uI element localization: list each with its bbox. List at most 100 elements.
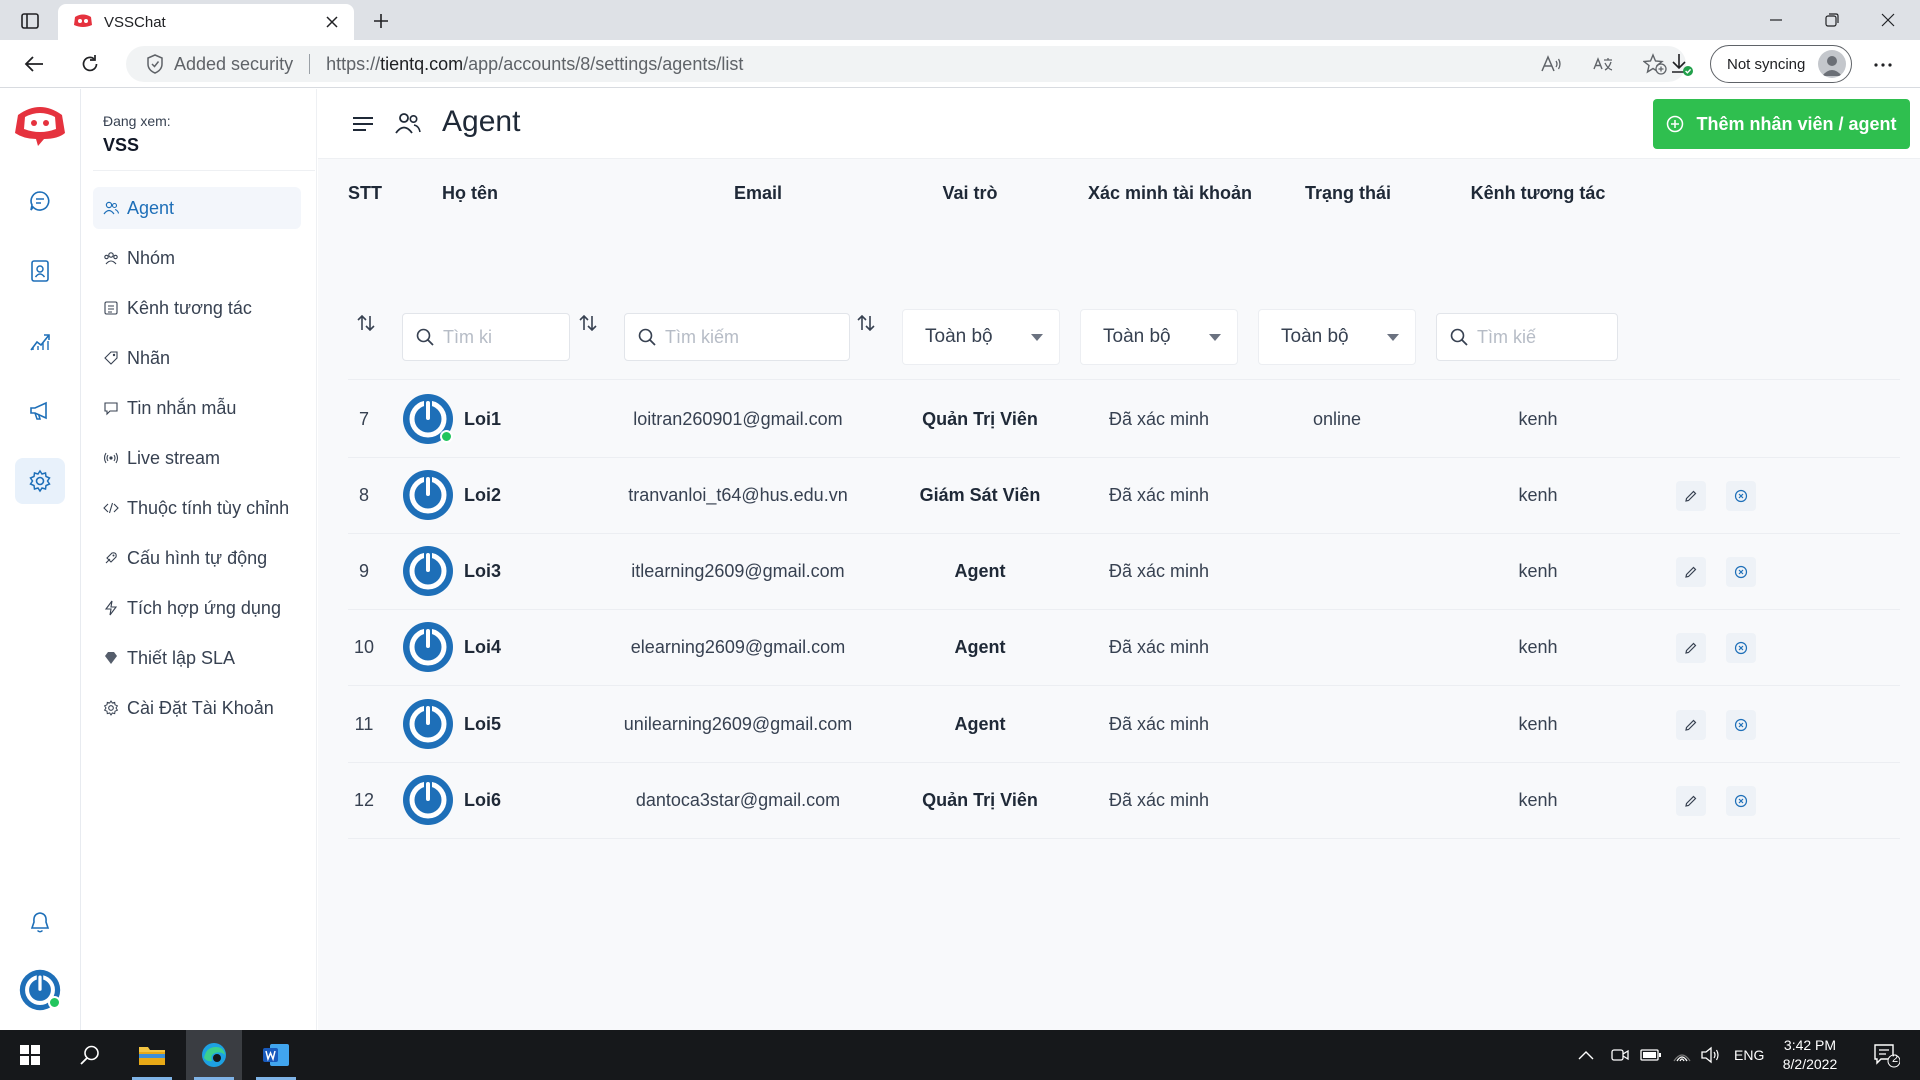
notification-center-icon[interactable]: 2: [1866, 1030, 1906, 1080]
read-aloud-icon[interactable]: [1538, 51, 1564, 77]
menu-item-tich-hop-ung-dung[interactable]: Tích hợp ứng dụng: [93, 587, 301, 629]
notifications-bell-icon[interactable]: [15, 899, 65, 945]
translate-icon[interactable]: [1590, 51, 1616, 77]
hamburger-menu-icon[interactable]: [350, 111, 376, 137]
main-content: Agent Thêm nhân viên / agent STT Họ tên …: [318, 89, 1920, 1030]
agent-email: itlearning2609@gmail.com: [631, 560, 845, 581]
table-row[interactable]: 11 Loi5 unilearning2609@gmail.com Agent …: [348, 686, 1900, 762]
agent-email: dantoca3star@gmail.com: [635, 789, 841, 810]
agent-role: Agent: [954, 560, 1006, 581]
edit-pencil-icon[interactable]: [1676, 633, 1706, 663]
name-search-field[interactable]: [443, 326, 569, 348]
settings-icon[interactable]: [15, 458, 65, 504]
downloads-icon[interactable]: [1664, 48, 1698, 80]
menu-item-label: Nhóm: [127, 247, 176, 268]
menu-item-label: Live stream: [127, 447, 221, 468]
flash-icon: [103, 600, 119, 616]
edit-pencil-icon[interactable]: [1676, 481, 1706, 511]
delete-circle-icon[interactable]: [1726, 481, 1756, 511]
table-row[interactable]: 8 Loi2 tranvanloi_t64@hus.edu.vn Giám Sá…: [348, 457, 1900, 533]
delete-circle-icon[interactable]: [1726, 633, 1756, 663]
tab-close-icon[interactable]: [320, 10, 344, 34]
sort-name-icon[interactable]: [574, 309, 602, 337]
channel-search-field[interactable]: [1477, 326, 1617, 348]
menu-item-agent[interactable]: Agent: [93, 187, 301, 229]
taskbar-search-icon[interactable]: [62, 1030, 118, 1080]
column-header-email: Email: [733, 183, 783, 203]
table-row[interactable]: 10 Loi4 elearning2609@gmail.com Agent Đã…: [348, 609, 1900, 685]
menu-item-cai-dat-tai-khoan[interactable]: Cài Đặt Tài Khoản: [93, 687, 301, 729]
file-explorer-icon[interactable]: [124, 1030, 180, 1080]
restore-icon[interactable]: [1804, 0, 1860, 40]
email-search-field[interactable]: [665, 326, 849, 348]
battery-icon[interactable]: [1640, 1030, 1662, 1080]
menu-item-label: Kênh tương tác: [127, 297, 252, 318]
menu-item-live-stream[interactable]: Live stream: [93, 437, 301, 479]
edge-browser-icon[interactable]: [186, 1030, 242, 1080]
windows-start-icon[interactable]: [2, 1030, 58, 1080]
edit-pencil-icon[interactable]: [1676, 786, 1706, 816]
icon-rail: [0, 89, 81, 1030]
table-row[interactable]: 9 Loi3 itlearning2609@gmail.com Agent Đã…: [348, 533, 1900, 609]
browser-menu-icon[interactable]: [1866, 50, 1900, 80]
menu-item-nhan[interactable]: Nhãn: [93, 337, 301, 379]
contacts-icon[interactable]: [15, 248, 65, 294]
browser-tab[interactable]: VSSChat: [58, 4, 354, 40]
channel-search-input[interactable]: [1436, 313, 1618, 361]
menu-item-kenh-tuong-tac[interactable]: Kênh tương tác: [93, 287, 301, 329]
delete-circle-icon[interactable]: [1726, 557, 1756, 587]
security-label[interactable]: Added security: [174, 54, 293, 75]
add-agent-button[interactable]: Thêm nhân viên / agent: [1653, 99, 1910, 149]
sort-stt-icon[interactable]: [352, 309, 380, 337]
role-filter-select[interactable]: Toàn bộ: [902, 309, 1060, 365]
back-icon[interactable]: [16, 48, 52, 80]
sync-status-button[interactable]: Not syncing: [1710, 45, 1852, 83]
system-clock[interactable]: 3:42 PM 8/2/2022: [1770, 1036, 1850, 1074]
agent-avatar: [402, 469, 454, 521]
menu-item-thuoc-tinh-tuy-chinh[interactable]: Thuộc tính tùy chỉnh: [93, 487, 301, 529]
menu-item-nhom[interactable]: Nhóm: [93, 237, 301, 279]
volume-icon[interactable]: [1700, 1030, 1720, 1080]
menu-item-thiet-lap-sla[interactable]: Thiết lập SLA: [93, 637, 301, 679]
sort-email-icon[interactable]: [852, 309, 880, 337]
menu-item-label: Agent: [127, 197, 175, 218]
agent-email: tranvanloi_t64@hus.edu.vn: [628, 484, 848, 505]
wifi-icon[interactable]: [1672, 1030, 1692, 1080]
email-search-input[interactable]: [624, 313, 850, 361]
table-row[interactable]: 7 Loi1 loitran260901@gmail.com Quản Trị …: [348, 381, 1900, 457]
delete-circle-icon[interactable]: [1726, 710, 1756, 740]
agent-name: Loi1: [464, 408, 502, 429]
url-text[interactable]: https://tientq.com/app/accounts/8/settin…: [326, 54, 743, 75]
agent-role: Agent: [954, 713, 1006, 734]
minimize-icon[interactable]: [1748, 0, 1804, 40]
row-stt: 10: [353, 636, 375, 657]
verification-filter-select[interactable]: Toàn bộ: [1080, 309, 1238, 365]
menu-item-cau-hinh-tu-dong[interactable]: Cấu hình tự động: [93, 537, 301, 579]
menu-item-tin-nhan-mau[interactable]: Tin nhắn mẫu: [93, 387, 301, 429]
show-hidden-icons-chevron-icon[interactable]: [1578, 1030, 1594, 1080]
tab-actions-icon[interactable]: [10, 8, 50, 34]
agent-status: [1258, 533, 1416, 609]
meet-now-icon[interactable]: [1610, 1030, 1630, 1080]
word-icon[interactable]: [248, 1030, 304, 1080]
new-tab-icon[interactable]: [366, 6, 396, 36]
conversations-icon[interactable]: [15, 178, 65, 224]
agent-role: Agent: [954, 636, 1006, 657]
input-language[interactable]: ENG: [1734, 1030, 1764, 1080]
delete-circle-icon[interactable]: [1726, 786, 1756, 816]
url-field[interactable]: Added security https://tientq.com/app/ac…: [126, 46, 1686, 82]
campaigns-icon[interactable]: [15, 388, 65, 434]
agent-name: Loi2: [464, 484, 502, 505]
name-search-input[interactable]: [402, 313, 570, 361]
agent-channel: kenh: [1518, 636, 1558, 657]
shield-icon[interactable]: [146, 54, 164, 74]
chevron-down-icon: [1387, 334, 1399, 341]
edit-pencil-icon[interactable]: [1676, 710, 1706, 740]
table-row[interactable]: 12 Loi6 dantoca3star@gmail.com Quản Trị …: [348, 762, 1900, 838]
reports-icon[interactable]: [15, 318, 65, 364]
vsschat-logo-icon[interactable]: [12, 101, 68, 147]
window-close-icon[interactable]: [1860, 0, 1916, 40]
status-filter-select[interactable]: Toàn bộ: [1258, 309, 1416, 365]
refresh-icon[interactable]: [72, 48, 108, 80]
edit-pencil-icon[interactable]: [1676, 557, 1706, 587]
